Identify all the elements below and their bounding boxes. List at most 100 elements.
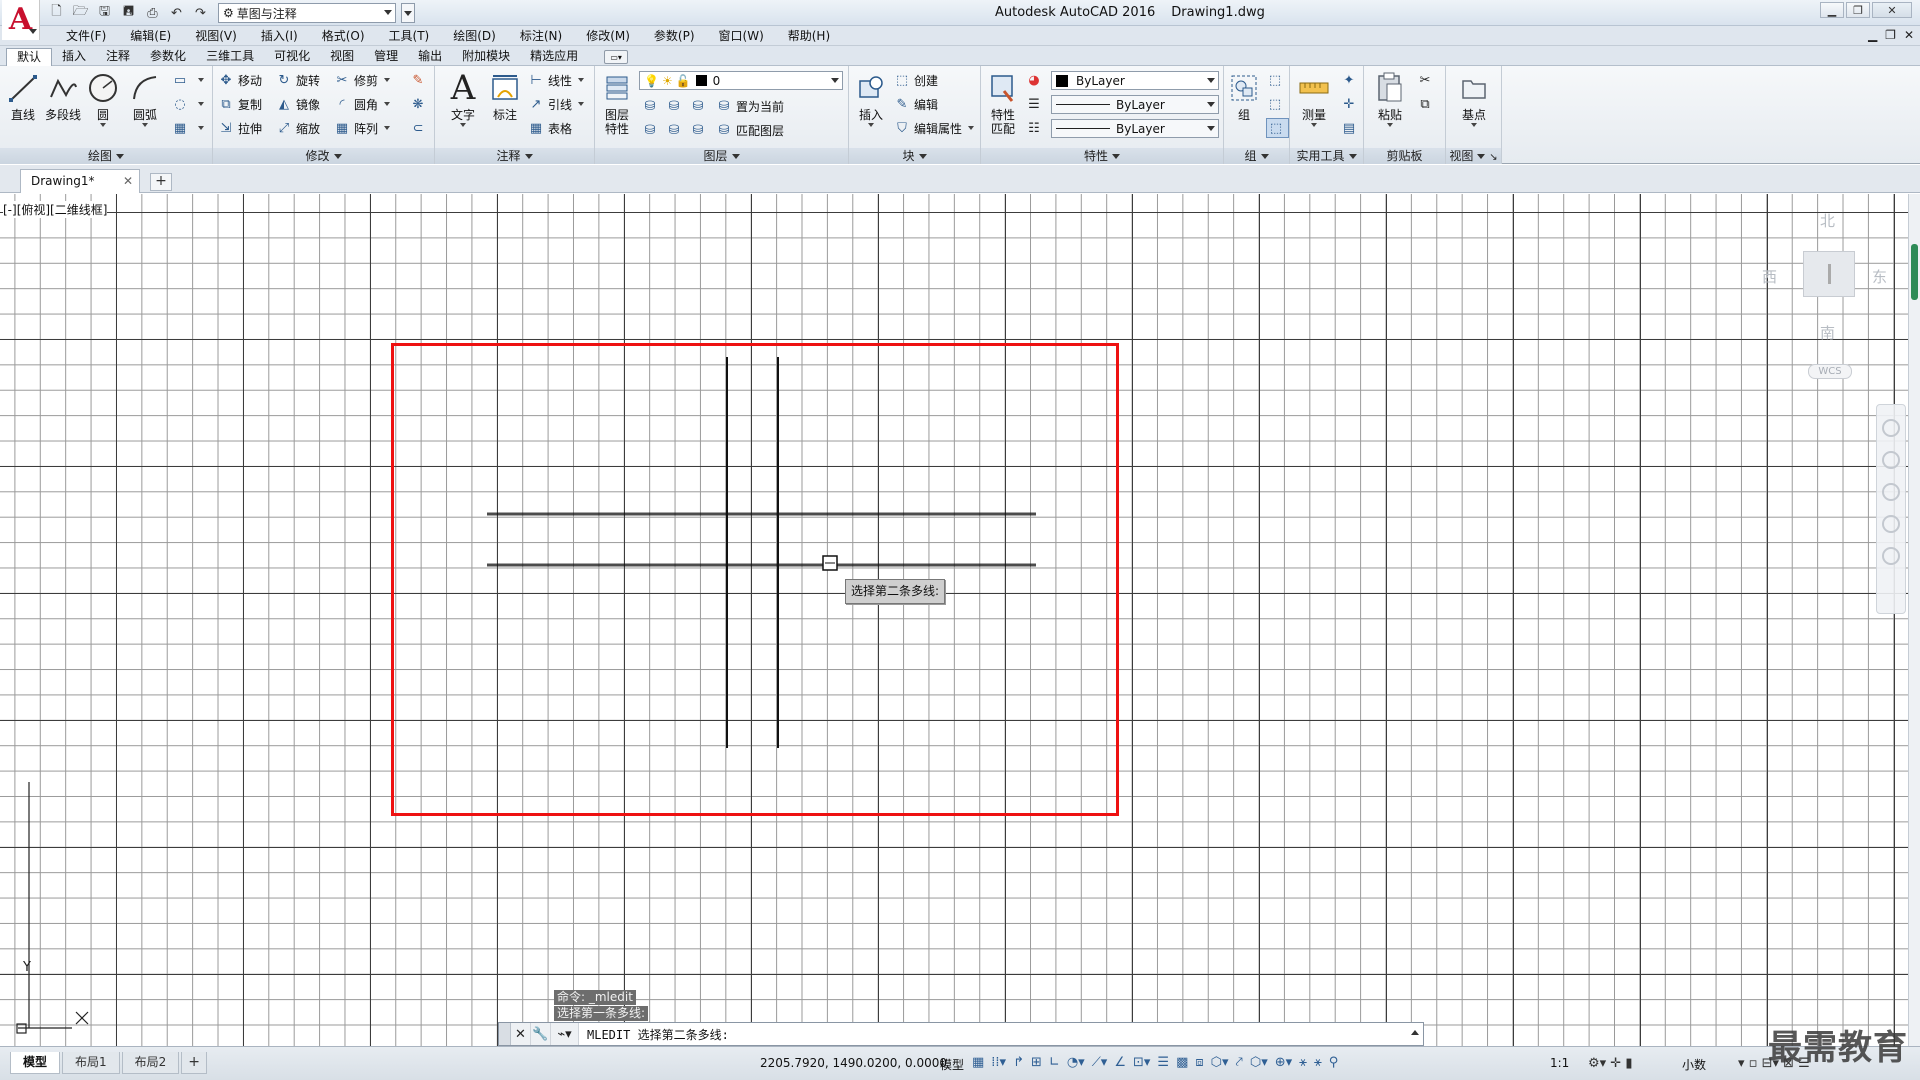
move-button[interactable]: ✥ 移动 bbox=[217, 70, 262, 90]
workspace-selector[interactable]: ⚙ 草图与注释 bbox=[218, 3, 396, 23]
annotation-panel-title[interactable]: 注释 bbox=[435, 148, 594, 164]
snap-icon[interactable]: ⁞⁞▾ bbox=[991, 1055, 1006, 1070]
units-selector[interactable]: 小数 bbox=[1682, 1056, 1706, 1073]
model-space-button[interactable]: 模型 bbox=[940, 1056, 964, 1073]
paste-button[interactable]: 粘贴 bbox=[1370, 70, 1410, 127]
line-button[interactable]: 直线 bbox=[3, 70, 43, 122]
layer-properties-button[interactable]: 图层 特性 bbox=[597, 70, 637, 136]
doc-restore-icon[interactable]: ❐ bbox=[1885, 28, 1896, 42]
viewcube-west[interactable]: 西 bbox=[1762, 266, 1777, 287]
view-panel-title[interactable]: 视图 ↘ bbox=[1446, 148, 1501, 164]
modify-panel-title[interactable]: 修改 bbox=[213, 148, 434, 164]
layer-off-button[interactable]: ⛁ bbox=[641, 96, 662, 116]
doc-minimize-icon[interactable]: ▁ bbox=[1868, 28, 1877, 42]
dynamic-ucs-icon[interactable]: ⤤ bbox=[1236, 1055, 1243, 1070]
transparency-icon[interactable]: ▩ bbox=[1176, 1055, 1188, 1070]
recent-commands-icon[interactable]: ⌁▾ bbox=[551, 1023, 579, 1045]
annotation-visibility-icon[interactable]: ⚹ bbox=[1299, 1055, 1307, 1070]
print-icon[interactable]: ⎙ bbox=[142, 3, 163, 23]
rectangle-button[interactable]: ▭ bbox=[171, 70, 204, 90]
edit-block-button[interactable]: ✎ 编辑 bbox=[893, 94, 938, 114]
ungroup-button[interactable]: ⬚ bbox=[1266, 70, 1287, 90]
dimension-button[interactable]: 标注 bbox=[485, 70, 525, 122]
workspace-gear-icon[interactable]: ⚙▾ ✛ ▮ bbox=[1588, 1056, 1633, 1071]
menu-dimension[interactable]: 标注(N) bbox=[508, 28, 574, 44]
wcs-menu[interactable]: WCS bbox=[1808, 364, 1852, 379]
layers-panel-title[interactable]: 图层 bbox=[595, 148, 848, 164]
menu-tools[interactable]: 工具(T) bbox=[377, 28, 442, 44]
copy-clip-button[interactable]: ⧉ bbox=[1416, 94, 1437, 114]
insert-block-button[interactable]: 插入 bbox=[851, 70, 891, 127]
color-wheel-button[interactable]: ◕ bbox=[1025, 70, 1046, 90]
tab-featured-apps[interactable]: 精选应用 bbox=[520, 48, 588, 66]
drag-handle[interactable] bbox=[499, 1023, 511, 1045]
steering-wheel-icon[interactable] bbox=[1882, 419, 1900, 437]
viewcube[interactable] bbox=[1803, 251, 1855, 297]
isodraft-icon[interactable]: ⟋▾ bbox=[1092, 1055, 1108, 1070]
utilities-panel-title[interactable]: 实用工具 bbox=[1290, 148, 1363, 164]
group-selection-toggle[interactable]: ⬚ bbox=[1266, 118, 1289, 138]
menu-insert[interactable]: 插入(I) bbox=[249, 28, 310, 44]
new-document-button[interactable]: + bbox=[150, 173, 172, 191]
zoom-icon[interactable] bbox=[1882, 483, 1900, 501]
offset-button[interactable]: ⊂ bbox=[409, 118, 430, 138]
selection-filter-icon[interactable]: ⬡▾ bbox=[1250, 1055, 1268, 1070]
annotation-scale-icon[interactable]: ⚲ bbox=[1329, 1055, 1339, 1070]
qat-customize-button[interactable] bbox=[401, 3, 415, 23]
add-layout-button[interactable]: + bbox=[181, 1052, 208, 1074]
properties-panel-title[interactable]: 特性 bbox=[981, 148, 1223, 164]
text-button[interactable]: A 文字 bbox=[443, 68, 483, 127]
menu-draw[interactable]: 绘图(D) bbox=[441, 28, 508, 44]
tab-layout1[interactable]: 布局1 bbox=[62, 1052, 120, 1074]
copy-button[interactable]: ⧉ 复制 bbox=[217, 94, 262, 114]
gizmo-icon[interactable]: ⊕▾ bbox=[1275, 1055, 1292, 1070]
auto-scale-icon[interactable]: ⚹ bbox=[1314, 1055, 1322, 1070]
selection-cycling-icon[interactable]: ⧈ bbox=[1195, 1055, 1203, 1070]
menu-parametric[interactable]: 参数(P) bbox=[642, 28, 707, 44]
tab-output[interactable]: 输出 bbox=[408, 48, 452, 66]
orbit-icon[interactable] bbox=[1882, 515, 1900, 533]
make-current-button[interactable]: ⛁ 置为当前 bbox=[715, 96, 784, 116]
doc-close-icon[interactable]: ✕ bbox=[1904, 28, 1914, 42]
restore-button[interactable]: ❐ bbox=[1846, 2, 1870, 18]
create-block-button[interactable]: ⬚ 创建 bbox=[893, 70, 938, 90]
menu-modify[interactable]: 修改(M) bbox=[574, 28, 642, 44]
quick-select-button[interactable]: ✦ bbox=[1340, 70, 1361, 90]
lineweight-icon[interactable]: ☰ bbox=[1157, 1055, 1169, 1070]
tab-annotate[interactable]: 注释 bbox=[96, 48, 140, 66]
menu-file[interactable]: 文件(F) bbox=[54, 28, 118, 44]
viewcube-south[interactable]: 南 bbox=[1820, 322, 1835, 343]
chevron-up-icon[interactable] bbox=[1411, 1030, 1419, 1035]
infer-constraints-icon[interactable]: ↱ bbox=[1013, 1055, 1024, 1070]
color-dropdown[interactable]: ByLayer bbox=[1051, 71, 1219, 90]
menu-format[interactable]: 格式(O) bbox=[310, 28, 377, 44]
menu-help[interactable]: 帮助(H) bbox=[776, 28, 842, 44]
tab-insert[interactable]: 插入 bbox=[52, 48, 96, 66]
match-layer-button[interactable]: ⛁ 匹配图层 bbox=[715, 120, 784, 140]
close-icon[interactable]: ✕ bbox=[123, 170, 133, 192]
redo-icon[interactable]: ↷ bbox=[190, 3, 211, 23]
polyline-button[interactable]: 多段线 bbox=[43, 70, 83, 122]
save-icon[interactable]: 🖫 bbox=[94, 3, 115, 23]
layer-unisolate-button[interactable]: ⛁ bbox=[665, 120, 686, 140]
ortho-icon[interactable]: ∟ bbox=[1049, 1055, 1060, 1070]
cut-button[interactable]: ✂ bbox=[1416, 70, 1437, 90]
tab-model[interactable]: 模型 bbox=[10, 1052, 61, 1074]
tab-manage[interactable]: 管理 bbox=[364, 48, 408, 66]
document-tab[interactable]: Drawing1* ✕ bbox=[20, 169, 140, 193]
array-button[interactable]: ▦ 阵列 bbox=[333, 118, 391, 138]
showmotion-icon[interactable] bbox=[1882, 547, 1900, 565]
lineweight-button[interactable]: ☰ bbox=[1025, 94, 1046, 114]
grid-icon[interactable]: ▦ bbox=[972, 1055, 984, 1070]
menu-view[interactable]: 视图(V) bbox=[183, 28, 249, 44]
edit-attributes-button[interactable]: ⛉ 编辑属性 bbox=[893, 118, 975, 138]
tab-parametric[interactable]: 参数化 bbox=[140, 48, 196, 66]
layer-freeze-button[interactable]: ⛁ bbox=[689, 96, 710, 116]
save-as-icon[interactable]: 🖪 bbox=[118, 3, 139, 23]
tab-3d-tools[interactable]: 三维工具 bbox=[196, 48, 264, 66]
leader-button[interactable]: ↗ 引线 bbox=[527, 94, 585, 114]
layer-thaw-button[interactable]: ⛁ bbox=[689, 120, 710, 140]
close-icon[interactable]: ✕ bbox=[511, 1023, 531, 1045]
application-menu-button[interactable]: A bbox=[2, 0, 40, 40]
trim-button[interactable]: ✂ 修剪 bbox=[333, 70, 391, 90]
